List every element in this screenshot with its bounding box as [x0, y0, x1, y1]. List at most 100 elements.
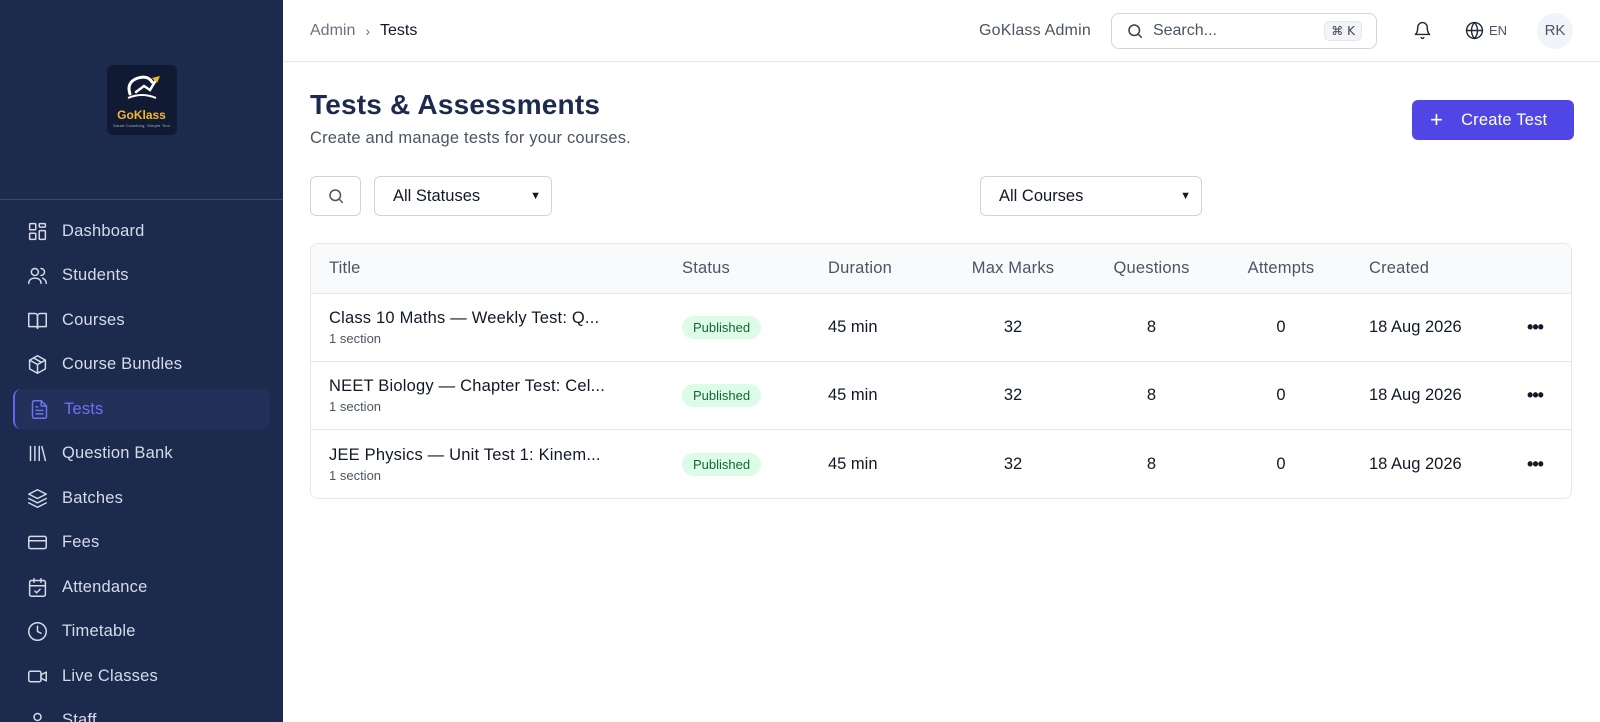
created-cell: 18 Aug 2026 — [1369, 386, 1462, 404]
sidebar-item-label: Dashboard — [62, 221, 145, 240]
sidebar-item-label: Students — [62, 266, 129, 284]
status-badge: Published — [682, 452, 762, 476]
questions-cell: 8 — [1146, 318, 1157, 336]
sidebar-item-batches[interactable]: Batches — [13, 478, 270, 518]
duration-cell: 45 min — [828, 318, 878, 336]
column-header-title[interactable]: Title — [311, 259, 682, 278]
sidebar-item-live-classes[interactable]: Live Classes — [13, 656, 270, 696]
sidebar-item-label: Live Classes — [62, 666, 158, 685]
table-row[interactable]: NEET Biology — Chapter Test: Cel... 1 se… — [311, 362, 1571, 430]
course-filter-value: All Courses — [999, 186, 1084, 205]
test-title[interactable]: JEE Physics — Unit Test 1: Kinem... — [329, 446, 682, 465]
search-shortcut-badge: ⌘ K — [1324, 20, 1362, 41]
sidebar-item-timetable[interactable]: Timetable — [13, 612, 270, 652]
column-header-created[interactable]: Created — [1339, 259, 1509, 278]
test-title-cell: Class 10 Maths — Weekly Test: Q... 1 sec… — [311, 309, 682, 346]
language-code: EN — [1488, 23, 1507, 38]
breadcrumb-current: Tests — [380, 21, 418, 39]
video-icon — [26, 665, 48, 687]
sidebar-item-label: Batches — [62, 488, 124, 507]
sidebar-item-label: Attendance — [62, 577, 148, 596]
table-header: Title Status Duration Max Marks Question… — [311, 244, 1571, 294]
breadcrumb-admin-link[interactable]: Admin — [310, 22, 355, 40]
sidebar-item-tests[interactable]: Tests — [13, 389, 270, 429]
main-content: Admin › Tests GoKlass Admin Search... ⌘ … — [283, 0, 1600, 722]
table-row[interactable]: Class 10 Maths — Weekly Test: Q... 1 sec… — [311, 294, 1571, 362]
app-shell: GoKlass Smart Coaching, Simple Tool Dash… — [0, 0, 1600, 722]
created-cell: 18 Aug 2026 — [1369, 454, 1462, 473]
users-icon — [26, 265, 48, 287]
sidebar-item-label: Staff — [62, 711, 97, 722]
sidebar-item-staff[interactable]: Staff — [13, 701, 270, 722]
questions-cell: 8 — [1146, 454, 1157, 473]
sidebar-item-label: Course Bundles — [62, 355, 183, 373]
sidebar-item-students[interactable]: Students — [13, 256, 270, 296]
created-cell: 18 Aug 2026 — [1369, 318, 1462, 336]
plus-icon: + — [1430, 107, 1444, 132]
chevron-down-icon: ▼ — [1180, 190, 1191, 202]
test-title-cell: JEE Physics — Unit Test 1: Kinem... 1 se… — [311, 446, 682, 483]
tests-table: Title Status Duration Max Marks Question… — [310, 243, 1572, 499]
filters-bar: All Statuses ▼ All Courses ▼ — [310, 176, 1573, 216]
attempts-cell: 0 — [1276, 454, 1286, 473]
chevron-down-icon: ▼ — [530, 190, 541, 202]
status-filter-select[interactable]: All Statuses ▼ — [374, 176, 552, 216]
notifications-button[interactable] — [1405, 13, 1441, 49]
sidebar-item-dashboard[interactable]: Dashboard — [13, 211, 270, 251]
test-sections: 1 section — [329, 331, 382, 346]
sidebar-item-attendance[interactable]: Attendance — [13, 567, 270, 607]
calendar-check-icon — [26, 576, 48, 598]
status-cell: Published — [682, 316, 828, 339]
sidebar: GoKlass Smart Coaching, Simple Tool Dash… — [0, 0, 283, 722]
breadcrumb-separator-icon: › — [365, 22, 371, 39]
create-test-button[interactable]: + Create Test — [1412, 100, 1574, 140]
row-actions-cell: ••• — [1509, 385, 1571, 406]
language-switcher[interactable]: EN — [1465, 21, 1507, 40]
search-icon — [328, 189, 343, 204]
more-horizontal-icon[interactable]: ••• — [1527, 454, 1544, 474]
status-badge: Published — [682, 316, 762, 339]
search-icon — [1128, 23, 1143, 38]
course-filter-select[interactable]: All Courses ▼ — [980, 176, 1202, 216]
bell-icon — [1415, 21, 1431, 40]
user-avatar[interactable]: RK — [1537, 12, 1573, 49]
page-content: Tests & Assessments Create and manage te… — [283, 62, 1600, 499]
test-title[interactable]: Class 10 Maths — Weekly Test: Q... — [329, 309, 682, 328]
grid-icon — [26, 220, 48, 242]
table-row[interactable]: JEE Physics — Unit Test 1: Kinem... 1 se… — [311, 430, 1571, 498]
clock-icon — [26, 621, 48, 643]
sidebar-item-course-bundles[interactable]: Course Bundles — [13, 345, 270, 385]
column-header-questions[interactable]: Questions — [1080, 259, 1223, 278]
attempts-cell: 0 — [1276, 318, 1286, 336]
sidebar-item-courses[interactable]: Courses — [13, 300, 270, 340]
attempts-cell: 0 — [1276, 386, 1286, 404]
row-actions-cell: ••• — [1509, 454, 1571, 475]
sidebar-nav: Dashboard Students Courses Course Bundle… — [0, 200, 283, 722]
brand-area: GoKlass Smart Coaching, Simple Tool — [0, 0, 283, 200]
status-badge: Published — [682, 384, 762, 407]
page-subtitle: Create and manage tests for your courses… — [310, 129, 631, 147]
global-search-input[interactable]: Search... ⌘ K — [1110, 12, 1377, 49]
column-header-max-marks[interactable]: Max Marks — [946, 259, 1080, 278]
package-icon — [26, 354, 48, 376]
sidebar-item-fees[interactable]: Fees — [13, 523, 270, 563]
sidebar-item-question-bank[interactable]: Question Bank — [13, 434, 270, 474]
column-header-attempts[interactable]: Attempts — [1223, 259, 1339, 278]
status-cell: Published — [682, 384, 828, 407]
goklass-logo[interactable]: GoKlass Smart Coaching, Simple Tool — [106, 64, 177, 135]
admin-name: GoKlass Admin — [978, 21, 1091, 39]
breadcrumb: Admin › Tests — [310, 22, 417, 40]
search-filter-button[interactable] — [310, 176, 361, 216]
test-title[interactable]: NEET Biology — Chapter Test: Cel... — [329, 377, 682, 396]
duration-cell: 45 min — [828, 454, 878, 473]
status-cell: Published — [682, 452, 828, 476]
sidebar-item-label: Courses — [62, 310, 125, 329]
book-open-icon — [26, 309, 48, 331]
user-icon — [26, 710, 48, 722]
more-horizontal-icon[interactable]: ••• — [1527, 317, 1544, 337]
column-header-duration[interactable]: Duration — [828, 259, 946, 278]
logo-mark-icon — [127, 75, 160, 99]
column-header-status[interactable]: Status — [682, 259, 828, 278]
more-horizontal-icon[interactable]: ••• — [1527, 385, 1544, 405]
test-sections: 1 section — [329, 467, 382, 483]
